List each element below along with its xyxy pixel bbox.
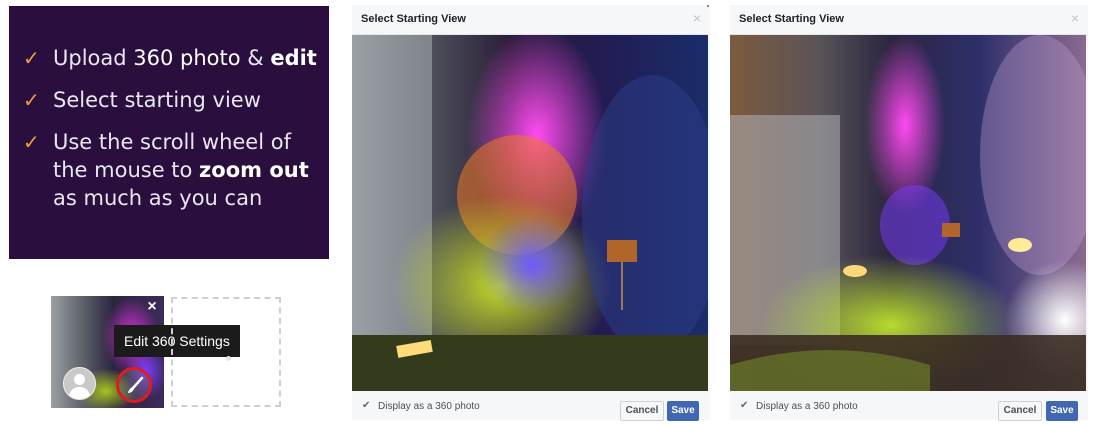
dialog-header: Select Starting View ×: [352, 5, 710, 35]
dialog-footer: ✔ Display as a 360 photo Cancel Save: [730, 392, 1088, 421]
cancel-button[interactable]: Cancel: [998, 401, 1042, 421]
step-text: &: [240, 46, 271, 70]
instruction-step-1: ✓ Upload 360 photo & edit: [23, 44, 329, 72]
dialog-footer: ✔ Display as a 360 photo Cancel Save: [352, 392, 710, 421]
cave-photo-zoomed-out: [730, 35, 1086, 391]
checkmark-icon: ✓: [23, 130, 40, 154]
cave-photo: [352, 35, 708, 391]
close-icon[interactable]: ×: [693, 11, 701, 25]
divider-dot: [707, 5, 709, 7]
close-icon[interactable]: ×: [145, 299, 159, 315]
save-button[interactable]: Save: [1046, 401, 1078, 421]
360-photo-viewer[interactable]: [730, 35, 1086, 391]
brush-icon: [128, 376, 144, 393]
checkbox-360[interactable]: ✔: [740, 401, 750, 411]
checkmark-icon: ✓: [23, 88, 40, 112]
dialog-title: Select Starting View: [739, 13, 844, 25]
checkbox-360[interactable]: ✔: [362, 401, 372, 411]
dialog-title: Select Starting View: [361, 13, 466, 25]
instruction-step-2: ✓ Select starting view: [23, 86, 329, 114]
checkbox-label: Display as a 360 photo: [378, 401, 480, 412]
step-text: Upload: [53, 46, 134, 70]
cancel-button[interactable]: Cancel: [620, 401, 664, 421]
close-icon[interactable]: ×: [1071, 11, 1079, 25]
checkbox-label: Display as a 360 photo: [756, 401, 858, 412]
add-photo-slot[interactable]: [171, 297, 281, 407]
select-starting-view-dialog-zoomed: Select Starting View × ✔ Display as a 36…: [730, 5, 1088, 421]
instruction-step-3: ✓ Use the scroll wheel of the mouse to z…: [23, 128, 329, 212]
edit-360-settings-button[interactable]: [116, 367, 152, 403]
instruction-panel: ✓ Upload 360 photo & edit ✓ Select start…: [9, 6, 329, 259]
step-text: Select starting view: [53, 88, 261, 112]
avatar-icon[interactable]: [63, 367, 96, 400]
step-text-bold: zoom out: [199, 158, 309, 182]
360-photo-viewer[interactable]: [352, 35, 708, 391]
step-text-bold: edit: [270, 46, 317, 70]
save-button[interactable]: Save: [667, 401, 699, 421]
step-text: 360 photo: [133, 46, 241, 70]
dialog-header: Select Starting View ×: [730, 5, 1088, 35]
step-text: as much as you can: [53, 186, 263, 210]
checkmark-icon: ✓: [23, 46, 40, 70]
select-starting-view-dialog: Select Starting View × ✔ Display as a 36…: [352, 5, 710, 421]
